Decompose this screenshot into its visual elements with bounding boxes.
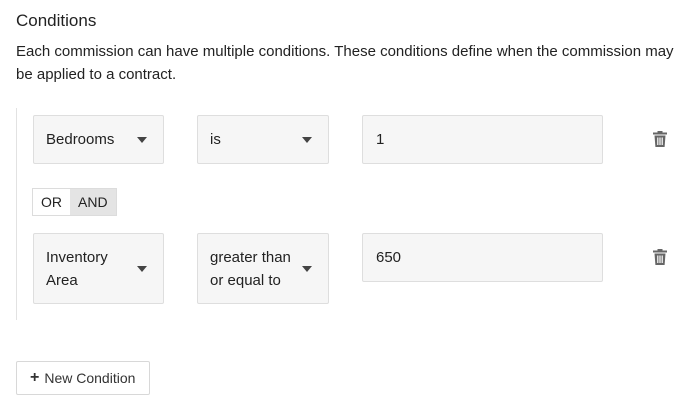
new-condition-label: New Condition xyxy=(44,370,136,386)
caret-down-icon xyxy=(137,266,147,272)
field-select-value-line1: Inventory xyxy=(46,249,108,266)
logic-and-button[interactable]: AND xyxy=(70,189,116,215)
logic-or-button[interactable]: OR xyxy=(33,189,70,215)
field-select[interactable]: Inventory Area xyxy=(33,233,164,304)
value-input[interactable]: 650 xyxy=(362,233,603,282)
caret-down-icon xyxy=(302,137,312,143)
caret-down-icon xyxy=(302,266,312,272)
new-condition-button[interactable]: + New Condition xyxy=(16,361,150,395)
operator-select-value: is xyxy=(210,131,221,148)
operator-select[interactable]: greater than or equal to xyxy=(197,233,329,304)
operator-select-value-line2: or equal to xyxy=(210,272,281,289)
field-select-value: Bedrooms xyxy=(46,131,115,148)
value-input-text: 650 xyxy=(376,249,402,266)
plus-icon: + xyxy=(30,369,40,386)
trash-icon[interactable] xyxy=(653,249,667,265)
field-select-value-line2: Area xyxy=(46,272,78,289)
conditions-title: Conditions xyxy=(16,11,97,30)
value-input[interactable]: 1 xyxy=(362,115,603,164)
operator-select-value-line1: greater than xyxy=(210,249,291,266)
field-select[interactable]: Bedrooms xyxy=(33,115,164,164)
logic-toggle: OR AND xyxy=(32,188,117,216)
operator-select[interactable]: is xyxy=(197,115,329,164)
trash-icon[interactable] xyxy=(653,131,667,147)
conditions-description: Each commission can have multiple condit… xyxy=(16,43,674,83)
value-input-text: 1 xyxy=(376,131,385,148)
caret-down-icon xyxy=(137,137,147,143)
conditions-rail xyxy=(16,108,17,320)
